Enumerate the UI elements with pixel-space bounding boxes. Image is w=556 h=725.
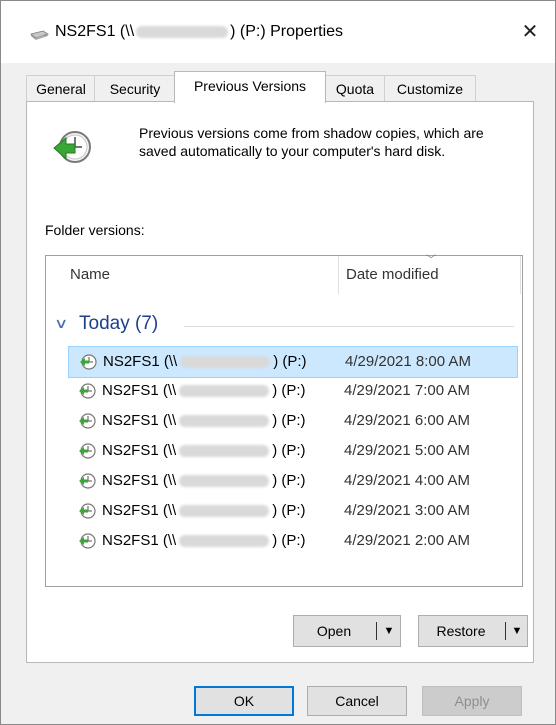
info-text: Previous versions come from shadow copie… bbox=[139, 125, 484, 159]
version-name: NS2FS1 (\\ ) (P:) bbox=[102, 412, 306, 429]
restore-clock-icon bbox=[79, 473, 96, 489]
restore-clock-icon bbox=[79, 413, 96, 429]
restore-clock-icon bbox=[79, 503, 96, 519]
version-name-suffix: ) (P:) bbox=[272, 502, 306, 519]
cancel-button[interactable]: Cancel bbox=[307, 686, 407, 716]
versions-list[interactable]: Name ﹀ Date modified ∨ Today (7) NS2FS1 … bbox=[45, 255, 523, 587]
version-date: 4/29/2021 7:00 AM bbox=[344, 382, 470, 399]
restore-clock-icon bbox=[79, 533, 96, 549]
tab-quota[interactable]: Quota bbox=[324, 75, 386, 102]
properties-dialog: NS2FS1 (\\ ) (P:) Properties ✕ General Se… bbox=[0, 0, 556, 725]
version-name-prefix: NS2FS1 (\\ bbox=[102, 532, 177, 549]
split-separator bbox=[376, 622, 377, 640]
list-item[interactable]: NS2FS1 (\\ ) (P:) 4/29/2021 3:00 AM bbox=[68, 496, 516, 526]
open-split-button[interactable]: Open ▼ bbox=[293, 615, 401, 647]
ok-button[interactable]: OK bbox=[194, 686, 294, 716]
redacted-server-path bbox=[179, 535, 270, 548]
version-name-suffix: ) (P:) bbox=[272, 532, 306, 549]
version-name-prefix: NS2FS1 (\\ bbox=[102, 472, 177, 489]
tab-previous-versions[interactable]: Previous Versions bbox=[174, 71, 326, 103]
column-separator[interactable] bbox=[520, 256, 521, 294]
apply-button[interactable]: Apply bbox=[422, 686, 522, 716]
version-name-suffix: ) (P:) bbox=[273, 353, 307, 370]
version-name-prefix: NS2FS1 (\\ bbox=[102, 382, 177, 399]
column-header-date-modified[interactable]: Date modified bbox=[346, 256, 439, 294]
chevron-down-icon[interactable]: ∨ bbox=[54, 315, 68, 332]
version-name-suffix: ) (P:) bbox=[272, 442, 306, 459]
folder-versions-label: Folder versions: bbox=[45, 222, 145, 238]
tab-security[interactable]: Security bbox=[94, 75, 176, 102]
redacted-server-path bbox=[179, 475, 270, 488]
restore-dropdown-arrow-icon[interactable]: ▼ bbox=[507, 616, 527, 646]
version-date: 4/29/2021 3:00 AM bbox=[344, 502, 470, 519]
restore-split-button[interactable]: Restore ▼ bbox=[418, 615, 528, 647]
version-name-suffix: ) (P:) bbox=[272, 382, 306, 399]
version-name-prefix: NS2FS1 (\\ bbox=[102, 502, 177, 519]
tab-general[interactable]: General bbox=[26, 75, 96, 102]
version-name: NS2FS1 (\\ ) (P:) bbox=[102, 472, 306, 489]
version-name-suffix: ) (P:) bbox=[272, 472, 306, 489]
title-suffix: ) (P:) Properties bbox=[230, 23, 344, 40]
title-prefix: NS2FS1 (\\ bbox=[55, 23, 135, 40]
redacted-server-path bbox=[179, 385, 270, 398]
version-date: 4/29/2021 8:00 AM bbox=[345, 353, 471, 370]
redacted-server-path bbox=[136, 25, 229, 38]
restore-clock-icon bbox=[79, 443, 96, 459]
version-name: NS2FS1 (\\ ) (P:) bbox=[103, 353, 307, 370]
version-date: 4/29/2021 4:00 AM bbox=[344, 472, 470, 489]
group-header-today[interactable]: ∨ Today (7) bbox=[46, 311, 516, 341]
version-name: NS2FS1 (\\ ) (P:) bbox=[102, 382, 306, 399]
redacted-server-path bbox=[180, 356, 271, 369]
list-item[interactable]: NS2FS1 (\\ ) (P:) 4/29/2021 7:00 AM bbox=[68, 376, 516, 406]
network-drive-icon bbox=[30, 30, 49, 40]
title-bar[interactable]: NS2FS1 (\\ ) (P:) Properties ✕ bbox=[1, 1, 555, 63]
list-item[interactable]: NS2FS1 (\\ ) (P:) 4/29/2021 5:00 AM bbox=[68, 436, 516, 466]
version-date: 4/29/2021 5:00 AM bbox=[344, 442, 470, 459]
group-divider bbox=[184, 326, 514, 327]
list-item[interactable]: NS2FS1 (\\ ) (P:) 4/29/2021 2:00 AM bbox=[68, 526, 516, 556]
version-name-suffix: ) (P:) bbox=[272, 412, 306, 429]
restore-button[interactable]: Restore bbox=[419, 616, 503, 646]
window-title: NS2FS1 (\\ ) (P:) Properties bbox=[55, 23, 343, 41]
tab-customize[interactable]: Customize bbox=[384, 75, 476, 102]
version-name: NS2FS1 (\\ ) (P:) bbox=[102, 532, 306, 549]
open-dropdown-arrow-icon[interactable]: ▼ bbox=[379, 616, 399, 646]
open-button[interactable]: Open bbox=[294, 616, 374, 646]
restore-clock-icon bbox=[53, 131, 91, 163]
column-separator[interactable] bbox=[338, 256, 339, 294]
split-separator bbox=[505, 622, 506, 640]
list-item[interactable]: NS2FS1 (\\ ) (P:) 4/29/2021 8:00 AM bbox=[68, 346, 518, 378]
version-name-prefix: NS2FS1 (\\ bbox=[102, 412, 177, 429]
redacted-server-path bbox=[179, 415, 270, 428]
previous-versions-panel: Previous versions come from shadow copie… bbox=[26, 101, 534, 663]
close-button[interactable]: ✕ bbox=[515, 17, 545, 47]
restore-clock-icon bbox=[80, 354, 97, 370]
version-name-prefix: NS2FS1 (\\ bbox=[102, 442, 177, 459]
group-label: Today (7) bbox=[79, 313, 159, 334]
list-item[interactable]: NS2FS1 (\\ ) (P:) 4/29/2021 4:00 AM bbox=[68, 466, 516, 496]
version-date: 4/29/2021 6:00 AM bbox=[344, 412, 470, 429]
redacted-server-path bbox=[179, 505, 270, 518]
column-header-name[interactable]: Name bbox=[70, 256, 110, 294]
restore-clock-icon bbox=[79, 383, 96, 399]
redacted-server-path bbox=[179, 445, 270, 458]
version-name-prefix: NS2FS1 (\\ bbox=[103, 353, 178, 370]
version-name: NS2FS1 (\\ ) (P:) bbox=[102, 442, 306, 459]
list-item[interactable]: NS2FS1 (\\ ) (P:) 4/29/2021 6:00 AM bbox=[68, 406, 516, 436]
version-date: 4/29/2021 2:00 AM bbox=[344, 532, 470, 549]
version-name: NS2FS1 (\\ ) (P:) bbox=[102, 502, 306, 519]
